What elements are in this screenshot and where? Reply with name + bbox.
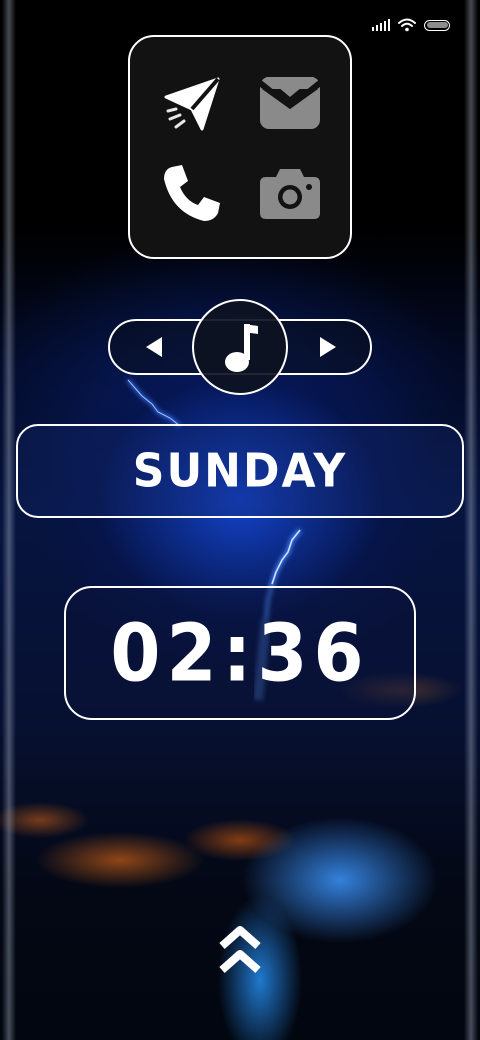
previous-track-button[interactable] (124, 321, 184, 373)
right-edge-glow (464, 0, 478, 1040)
next-track-button[interactable] (298, 321, 358, 373)
music-play-button[interactable] (192, 299, 288, 395)
previous-track-icon (146, 337, 162, 357)
day-widget: SUNDAY (16, 424, 464, 518)
music-note-icon (225, 324, 258, 372)
camera-icon (260, 169, 320, 219)
clock-time: 02:36 (110, 606, 370, 700)
mail-app[interactable] (258, 71, 322, 135)
double-chevron-up-icon[interactable] (216, 922, 264, 980)
battery-icon (424, 19, 450, 31)
phone-app[interactable] (160, 161, 224, 225)
left-edge-glow (2, 0, 16, 1040)
paper-plane-icon (164, 77, 220, 131)
envelope-icon (260, 77, 320, 129)
wifi-icon (398, 18, 416, 32)
day-label: SUNDAY (132, 444, 348, 498)
app-widget (128, 35, 352, 259)
phone-icon (164, 165, 220, 221)
next-track-icon (320, 337, 336, 357)
camera-app[interactable] (258, 161, 322, 225)
messages-app[interactable] (160, 71, 224, 135)
clock-widget: 02:36 (64, 586, 416, 720)
status-bar (372, 18, 450, 32)
signal-icon (372, 19, 390, 31)
